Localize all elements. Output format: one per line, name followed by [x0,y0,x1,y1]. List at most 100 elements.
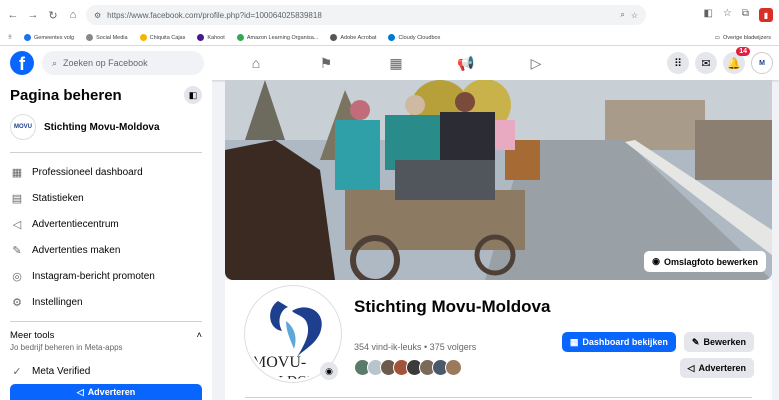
view-dashboard-button[interactable]: ▦ Dashboard bekijken [561,332,676,352]
extension-icon[interactable]: ◧ [703,8,712,22]
pencil-icon: ✎ [12,244,22,257]
advertise-button[interactable]: ◁ Adverteren [10,384,202,400]
megaphone-nav-icon[interactable]: 📢 [452,51,480,75]
site-info-icon[interactable]: ⚙ [94,11,101,20]
profile-extension-icon[interactable]: ▮ [759,8,773,22]
page-stats[interactable]: 354 vind-ik-leuks • 375 volgers [354,342,476,352]
bookmark-label: Social Media [96,34,128,41]
page-title: Stichting Movu-Moldova [354,297,551,316]
facebook-top-nav: f ⌕ Zoeken op Facebook ⌂ ⚑ ▦ 📢 ▷ ⠿ ✉ 🔔 14… [0,46,779,80]
video-nav-icon[interactable]: ▷ [522,51,550,75]
advertise-header-button[interactable]: ◁ Adverteren [679,358,754,378]
megaphone-icon: ◁ [76,386,84,397]
manage-page-sidebar: Pagina beheren ◧ MOVU Stichting Movu-Mol… [0,80,212,400]
dashboard-nav-icon[interactable]: ▦ [382,51,410,75]
more-tools-subtitle: Jo bedrijf beheren in Meta-apps [10,343,123,352]
messenger-icon[interactable]: ✉ [695,52,717,74]
bookmark-label: Adobe Acrobat [340,34,377,41]
sidebar-item-label: Meta Verified [32,365,91,377]
bookmark-item[interactable]: Social Media [86,34,128,41]
sidebar-item-instagram-promote[interactable]: ◎ Instagram-bericht promoten [10,263,202,289]
advertise-header-label: Adverteren [698,363,746,373]
other-bookmarks[interactable]: ▭ Overige bladwijzers [715,35,771,41]
dashboard-icon: ▦ [11,166,23,179]
page-logo-small: MOVU [10,114,36,140]
forward-icon[interactable]: → [26,8,40,22]
collapse-sidebar-icon[interactable]: ◧ [184,86,202,104]
sidebar-item-create-ads[interactable]: ✎ Advertenties maken [10,237,202,263]
edit-page-button[interactable]: ✎ Bewerken [683,332,754,352]
zoom-icon[interactable]: ⌕ [620,10,624,20]
bookmark-item[interactable]: Cloudy Cloudbox [388,34,440,41]
url-text: https://www.facebook.com/profile.php?id=… [107,10,322,20]
change-profile-photo-camera-icon[interactable]: ◉ [320,362,338,380]
view-dashboard-label: Dashboard bekijken [582,337,668,347]
logo-text-1: MOVU- [252,354,306,371]
instagram-icon: ◎ [12,270,22,283]
sidebar-item-meta-verified[interactable]: ✓ Meta Verified [10,358,202,384]
sidebar-item-label: Professioneel dashboard [32,166,143,178]
menu-grid-icon[interactable]: ⠿ [667,52,689,74]
sidebar-item-label: Statistieken [32,192,84,204]
apps-icon[interactable]: ⠿ [8,35,12,41]
edit-cover-photo-button[interactable]: ◉ Omslagfoto bewerken [644,251,766,272]
sidebar-item-label: Advertentiecentrum [32,218,119,230]
sidebar-item-settings[interactable]: ⚙ Instellingen [10,289,202,315]
search-icon: ⌕ [52,57,58,68]
cover-photo-image [225,80,772,280]
collections-icon[interactable]: ⧉ [742,8,749,22]
advertise-button-label: Adverteren [87,387,136,397]
favorites-icon[interactable]: ☆ [723,8,732,22]
sidebar-item-label: Advertenties maken [32,244,121,256]
follower-avatars[interactable] [354,359,462,376]
home-nav-icon[interactable]: ⌂ [242,51,270,75]
megaphone-icon: ◁ [12,218,22,231]
home-icon[interactable]: ⌂ [66,8,80,22]
facebook-logo-icon[interactable]: f [10,51,34,75]
verified-check-icon: ✓ [12,365,22,378]
edit-page-label: Bewerken [703,337,746,347]
pencil-icon: ✎ [691,336,700,347]
star-icon[interactable]: ☆ [631,11,638,20]
flag-nav-icon[interactable]: ⚑ [312,51,340,75]
bookmark-label: Chiquita Cajas [149,34,186,41]
cover-photo: ◉ Omslagfoto bewerken [225,80,772,280]
notifications-bell-icon[interactable]: 🔔 14 [723,47,750,74]
bookmark-label: Gemeentes volg [34,34,75,41]
sidebar-item-statistics[interactable]: ▤ Statistieken [10,185,202,211]
bookmark-label: Overige bladwijzers [723,34,771,41]
more-tools-section[interactable]: Meer tools ˄ Jo bedrijf beheren in Meta-… [10,321,202,352]
gear-icon: ⚙ [12,296,22,309]
search-input[interactable]: ⌕ Zoeken op Facebook [42,51,204,75]
page-switcher-name: Stichting Movu-Moldova [44,121,160,133]
browser-toolbar: ← → ↻ ⌂ ⚙ https://www.facebook.com/profi… [0,0,779,30]
bookmark-item[interactable]: Adobe Acrobat [330,34,376,41]
bookmark-item[interactable]: Amazon Learning Organisa... [236,34,319,41]
bookmark-label: Cloudy Cloudbox [398,34,441,41]
follower-avatar [445,359,462,376]
dashboard-icon: ▦ [569,336,579,347]
notification-badge: 14 [736,47,750,56]
folder-icon: ▭ [714,34,720,41]
bookmark-item[interactable]: Chiquita Cajas [139,34,186,41]
chevron-up-icon[interactable]: ˄ [196,330,202,341]
search-placeholder: Zoeken op Facebook [63,58,148,68]
bookmark-item[interactable]: Gemeentes volg [24,34,74,41]
sidebar-item-dashboard[interactable]: ▦ Professioneel dashboard [10,159,202,185]
account-avatar[interactable]: M [751,52,773,74]
header-divider [245,397,752,398]
reload-icon[interactable]: ↻ [46,8,60,22]
more-tools-title: Meer tools [10,330,55,341]
logo-text-2: MOLDOVA [256,374,327,382]
sidebar-item-ad-center[interactable]: ◁ Advertentiecentrum [10,211,202,237]
address-bar[interactable]: ⚙ https://www.facebook.com/profile.php?i… [86,5,646,25]
bookmark-label: Amazon Learning Organisa... [246,34,319,41]
bookmarks-bar: ⠿ Gemeentes volg Social Media Chiquita C… [0,30,779,46]
sidebar-item-label: Instellingen [32,296,83,308]
bookmark-item[interactable]: Kahoot [197,34,225,41]
page-switcher[interactable]: MOVU Stichting Movu-Moldova [10,114,202,153]
camera-icon: ◉ [652,256,660,266]
page-header: MOVU- MOLDOVA ◉ Stichting Movu-Moldova 3… [225,280,772,400]
megaphone-icon: ◁ [687,362,695,373]
back-icon[interactable]: ← [6,8,20,22]
